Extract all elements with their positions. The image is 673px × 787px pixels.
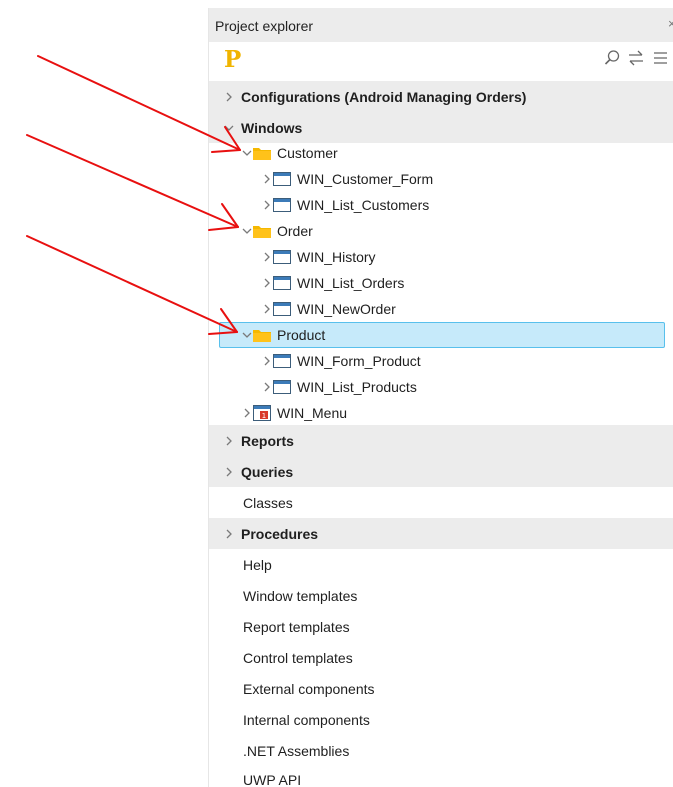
tree-item-label: Control templates <box>243 649 353 666</box>
tree-folder-customer[interactable]: Customer <box>209 140 673 166</box>
tree-item-label: WIN_Menu <box>277 405 348 421</box>
tree-item-label: External components <box>243 680 375 697</box>
tree-item-win-history[interactable]: WIN_History <box>209 244 673 270</box>
window-icon <box>273 302 291 316</box>
chevron-down-icon[interactable] <box>223 122 235 134</box>
folder-icon <box>253 329 271 342</box>
chevron-right-icon[interactable] <box>261 251 273 263</box>
tree-item-label: Reports <box>241 432 294 449</box>
tree-item-label: .NET Assemblies <box>243 742 350 759</box>
chevron-down-icon[interactable] <box>241 329 253 341</box>
tree-item-label: Product <box>277 327 326 343</box>
window-icon <box>273 250 291 264</box>
tree-item-classes[interactable]: Classes <box>209 487 673 518</box>
tree-item-window-templates[interactable]: Window templates <box>209 580 673 611</box>
window-icon <box>273 380 291 394</box>
tree-item-win-neworder[interactable]: WIN_NewOrder <box>209 296 673 322</box>
chevron-down-icon[interactable] <box>241 147 253 159</box>
close-panel-button[interactable]: × <box>668 16 673 31</box>
project-logo-icon: P <box>224 46 242 73</box>
tree-item-label: WIN_Form_Product <box>297 353 421 369</box>
tree-item-label: Order <box>277 223 313 239</box>
tree-item-internal-components[interactable]: Internal components <box>209 704 673 735</box>
search-icon[interactable] <box>601 47 623 69</box>
tree-item-procedures[interactable]: Procedures <box>209 518 673 549</box>
tree-item-external-components[interactable]: External components <box>209 673 673 704</box>
tree-item-net-assemblies[interactable]: .NET Assemblies <box>209 735 673 766</box>
tree-item-win-customer-form[interactable]: WIN_Customer_Form <box>209 166 673 192</box>
chevron-right-icon[interactable] <box>261 381 273 393</box>
annotation-arrow-order <box>26 134 239 231</box>
window-icon <box>273 172 291 186</box>
tree-item-label: WIN_NewOrder <box>297 301 396 317</box>
chevron-down-icon[interactable] <box>241 225 253 237</box>
tree-item-label: Help <box>243 556 272 573</box>
tree-item-windows[interactable]: Windows <box>209 112 673 143</box>
tree-item-label: Window templates <box>243 587 358 604</box>
annotation-arrow-product <box>26 235 238 335</box>
menu-window-icon <box>253 405 271 421</box>
tree-item-label: Procedures <box>241 525 319 542</box>
window-icon <box>273 354 291 368</box>
window-icon <box>273 276 291 290</box>
chevron-right-icon[interactable] <box>261 355 273 367</box>
tree-item-label: WIN_History <box>297 249 376 265</box>
tree-item-win-menu[interactable]: WIN_Menu <box>209 400 673 426</box>
tree-item-label: WIN_List_Customers <box>297 197 430 213</box>
panel-title: Project explorer <box>215 18 314 34</box>
project-explorer-panel: Project explorer × P Configurations (And… <box>208 8 673 787</box>
tree-item-label: WIN_Customer_Form <box>297 171 434 187</box>
tree-folder-product[interactable]: Product <box>219 322 665 348</box>
tree-item-label: Internal components <box>243 711 370 728</box>
tree-item-label: WIN_List_Products <box>297 379 417 395</box>
chevron-right-icon[interactable] <box>223 466 235 478</box>
tree-item-label: WIN_List_Orders <box>297 275 405 291</box>
chevron-right-icon[interactable] <box>261 303 273 315</box>
tree-item-label: UWP API <box>243 771 302 787</box>
tree-item-label: Queries <box>241 463 294 480</box>
tree-item-label: Report templates <box>243 618 350 635</box>
tree-item-win-list-orders[interactable]: WIN_List_Orders <box>209 270 673 296</box>
tree-item-reports[interactable]: Reports <box>209 425 673 456</box>
tree-item-label: Windows <box>241 119 303 136</box>
chevron-right-icon[interactable] <box>261 173 273 185</box>
tree-item-control-templates[interactable]: Control templates <box>209 642 673 673</box>
tree-item-win-form-product[interactable]: WIN_Form_Product <box>209 348 673 374</box>
tree-item-label: Classes <box>243 494 293 511</box>
chevron-right-icon[interactable] <box>223 435 235 447</box>
menu-icon[interactable] <box>649 47 671 69</box>
tree-item-queries[interactable]: Queries <box>209 456 673 487</box>
chevron-right-icon[interactable] <box>223 91 235 103</box>
folder-icon <box>253 225 271 238</box>
tree-folder-order[interactable]: Order <box>209 218 673 244</box>
tree-item-report-templates[interactable]: Report templates <box>209 611 673 642</box>
tree-item-uwp-api[interactable]: UWP API <box>209 764 673 787</box>
tree-item-label: Configurations (Android Managing Orders) <box>241 88 527 105</box>
panel-toolbar: P <box>209 42 673 78</box>
tree-item-win-list-customers[interactable]: WIN_List_Customers <box>209 192 673 218</box>
chevron-right-icon[interactable] <box>261 199 273 211</box>
tree-item-win-list-products[interactable]: WIN_List_Products <box>209 374 673 400</box>
folder-icon <box>253 147 271 160</box>
tree-item-configurations[interactable]: Configurations (Android Managing Orders) <box>209 81 673 112</box>
chevron-right-icon[interactable] <box>223 528 235 540</box>
chevron-right-icon[interactable] <box>241 407 253 419</box>
synchronize-icon[interactable] <box>625 47 647 69</box>
window-icon <box>273 198 291 212</box>
tree-item-label: Customer <box>277 145 338 161</box>
panel-titlebar: Project explorer × <box>209 8 673 42</box>
chevron-right-icon[interactable] <box>261 277 273 289</box>
tree-item-help[interactable]: Help <box>209 549 673 580</box>
